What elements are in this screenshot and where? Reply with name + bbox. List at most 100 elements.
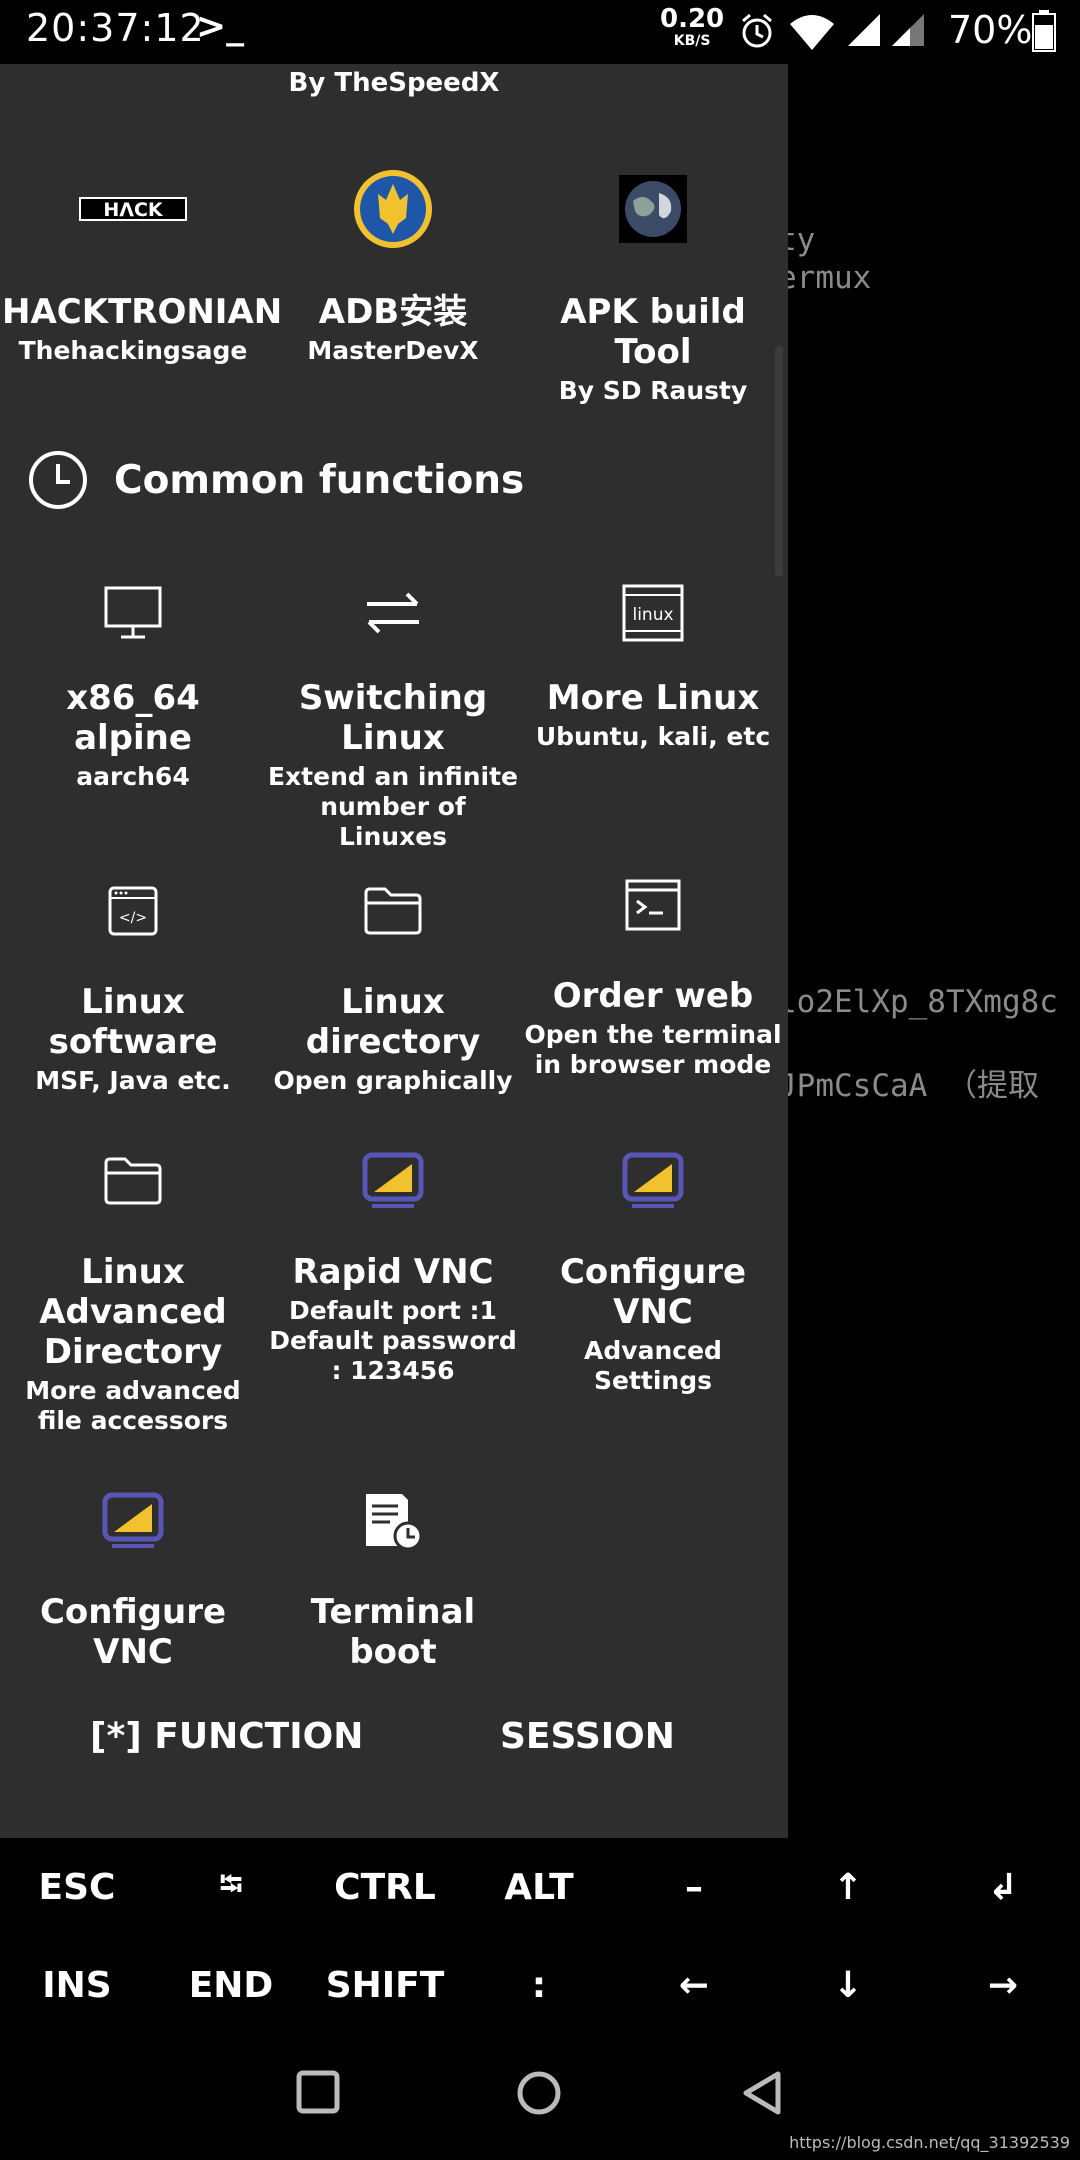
tile-rapid-vnc[interactable]: Rapid VNC Default port :1 Default passwo… — [262, 1126, 524, 1386]
key-esc[interactable]: ESC — [0, 1838, 154, 1936]
tile-title: Rapid VNC — [292, 1252, 494, 1292]
tile-title: More Linux — [546, 678, 760, 718]
extra-keys-bar: ESC ⭾ CTRL ALT – ↑ ↲ INS END SHIFT : ← ↓… — [0, 1838, 1080, 2034]
author-label: By TheSpeedX — [288, 68, 500, 98]
tile-subtitle: aarch64 — [76, 762, 190, 791]
earth-icon — [619, 175, 687, 243]
monitor-icon — [104, 586, 162, 639]
tile-subtitle: Open the terminal in browser mode — [524, 1020, 782, 1079]
key-ins[interactable]: INS — [0, 1936, 154, 2034]
tile-x86-alpine[interactable]: x86_64 alpine aarch64 — [2, 558, 264, 792]
key-up[interactable]: ↑ — [771, 1838, 925, 1936]
status-bar: 20:37:12 >_ 0.20 KB/S 70% — [0, 0, 1080, 64]
tile-subtitle: More advanced file accessors — [25, 1376, 241, 1435]
key-left[interactable]: ← — [617, 1936, 771, 2034]
tile-title: Linux software — [48, 982, 218, 1062]
folder-icon — [364, 887, 422, 935]
code-window-label: </> — [119, 910, 147, 926]
key-right[interactable]: → — [926, 1936, 1080, 2034]
key-end[interactable]: END — [154, 1936, 308, 2034]
tile-subtitle: Open graphically — [273, 1066, 513, 1095]
watermark: https://blog.csdn.net/qq_31392539 — [789, 2133, 1070, 2152]
folder-icon — [104, 1157, 162, 1205]
tile-title: Configure VNC — [559, 1252, 747, 1332]
tile-title: Linux directory — [305, 982, 481, 1062]
system-navigation-bar: https://blog.csdn.net/qq_31392539 — [0, 2034, 1080, 2160]
linux-box-label: linux — [632, 605, 673, 625]
clock-time: 20:37:12 — [26, 6, 205, 50]
terminal-output[interactable]: ty ermux lo2ElXp_8TXmg8c JPmCsCaA （提取 — [788, 64, 1080, 1838]
tile-subtitle: Default port :1 Default password : 12345… — [269, 1296, 517, 1385]
network-speed-value: 0.20 — [660, 4, 725, 34]
tile-order-web[interactable]: Order web Open the terminal in browser m… — [522, 850, 784, 1080]
tile-title: Order web — [552, 976, 754, 1016]
tile-title: ADB安装 — [318, 292, 468, 332]
signal-secondary-icon — [892, 14, 924, 46]
tile-subtitle: Thehackingsage — [18, 336, 248, 365]
battery-icon — [1032, 10, 1056, 52]
tile-configure-vnc-2[interactable]: Configure VNC — [2, 1466, 264, 1672]
key-enter[interactable]: ↲ — [926, 1838, 1080, 1936]
tile-subtitle: Advanced Settings — [584, 1336, 722, 1395]
network-speed-unit: KB/S — [673, 33, 711, 49]
tile-title: HACKTRONIAN — [2, 292, 283, 332]
tile-adb-install[interactable]: ADB安装 MasterDevX — [262, 154, 524, 366]
terminal-line: JPmCsCaA （提取 — [788, 1068, 1039, 1104]
vnc-monitor-icon — [362, 1152, 424, 1208]
tile-linux-software[interactable]: </> Linux software MSF, Java etc. — [2, 856, 264, 1096]
key-alt[interactable]: ALT — [462, 1838, 616, 1936]
tile-subtitle: Extend an infinite number of Linuxes — [267, 762, 519, 851]
linux-box-icon: linux — [622, 584, 684, 642]
navigation-drawer: By TheSpeedX HΛCK HACKTRONIAN Thehacking… — [0, 64, 788, 1838]
tile-terminal-boot[interactable]: Terminal boot — [262, 1466, 524, 1672]
tile-apk-build-tool[interactable]: APK build Tool By SD Rausty — [522, 154, 784, 406]
tile-linux-advanced-directory[interactable]: Linux Advanced Directory More advanced f… — [2, 1126, 264, 1436]
tile-title: Linux Advanced Directory — [39, 1252, 227, 1372]
tile-more-linux[interactable]: linux More Linux Ubuntu, kali, etc — [522, 558, 784, 752]
document-clock-icon — [366, 1494, 423, 1551]
key-shift[interactable]: SHIFT — [308, 1936, 462, 2034]
ukraine-emblem-icon — [354, 170, 432, 248]
svg-text:HΛCK: HΛCK — [103, 199, 164, 221]
tile-configure-vnc[interactable]: Configure VNC Advanced Settings — [522, 1126, 784, 1396]
tile-subtitle: MasterDevX — [307, 336, 479, 365]
key-ctrl[interactable]: CTRL — [308, 1838, 462, 1936]
terminal-line: lo2ElXp_8TXmg8c — [788, 984, 1058, 1020]
tab-function[interactable]: [*] FUNCTION — [90, 1716, 363, 1757]
terminal-line: ty — [788, 222, 816, 258]
section-header-common-functions: Common functions — [28, 448, 524, 512]
termux-prompt-icon: >_ — [196, 6, 245, 47]
key-tab[interactable]: ⭾ — [154, 1838, 308, 1936]
tile-linux-directory[interactable]: Linux directory Open graphically — [262, 856, 524, 1096]
code-window-icon: </> — [108, 886, 158, 936]
signal-icon — [848, 14, 880, 46]
network-speed: 0.20 KB/S — [660, 6, 724, 48]
tile-title: x86_64 alpine — [66, 678, 200, 758]
wifi-icon — [790, 15, 834, 50]
vnc-monitor-icon — [102, 1492, 164, 1548]
key-colon[interactable]: : — [462, 1936, 616, 2034]
tile-hacktronian[interactable]: HΛCK HACKTRONIAN Thehackingsage — [2, 154, 283, 366]
hack-logo-icon: HΛCK — [79, 197, 187, 221]
swap-arrows-icon — [367, 592, 419, 634]
vnc-monitor-icon — [622, 1152, 684, 1208]
tile-switching-linux[interactable]: Switching Linux Extend an infinite numbe… — [262, 558, 524, 852]
tile-subtitle: MSF, Java etc. — [35, 1066, 231, 1095]
tab-session[interactable]: SESSION — [500, 1716, 675, 1757]
back-button-icon[interactable] — [740, 2070, 784, 2116]
tile-title: Configure VNC — [39, 1592, 227, 1672]
battery-percent: 70% — [948, 8, 1033, 52]
tile-title: APK build Tool — [560, 292, 746, 372]
tile-title: Switching Linux — [298, 678, 488, 758]
terminal-line: ermux — [788, 260, 872, 296]
recents-button-icon[interactable] — [296, 2070, 340, 2114]
home-button-icon[interactable] — [516, 2070, 562, 2116]
tile-subtitle: By SD Rausty — [558, 376, 748, 405]
tile-subtitle: Ubuntu, kali, etc — [535, 722, 771, 751]
clock-icon — [29, 451, 87, 509]
terminal-window-icon — [625, 879, 681, 931]
alarm-icon — [742, 13, 772, 48]
tile-title: Terminal boot — [310, 1592, 476, 1672]
key-down[interactable]: ↓ — [771, 1936, 925, 2034]
key-dash[interactable]: – — [617, 1838, 771, 1936]
